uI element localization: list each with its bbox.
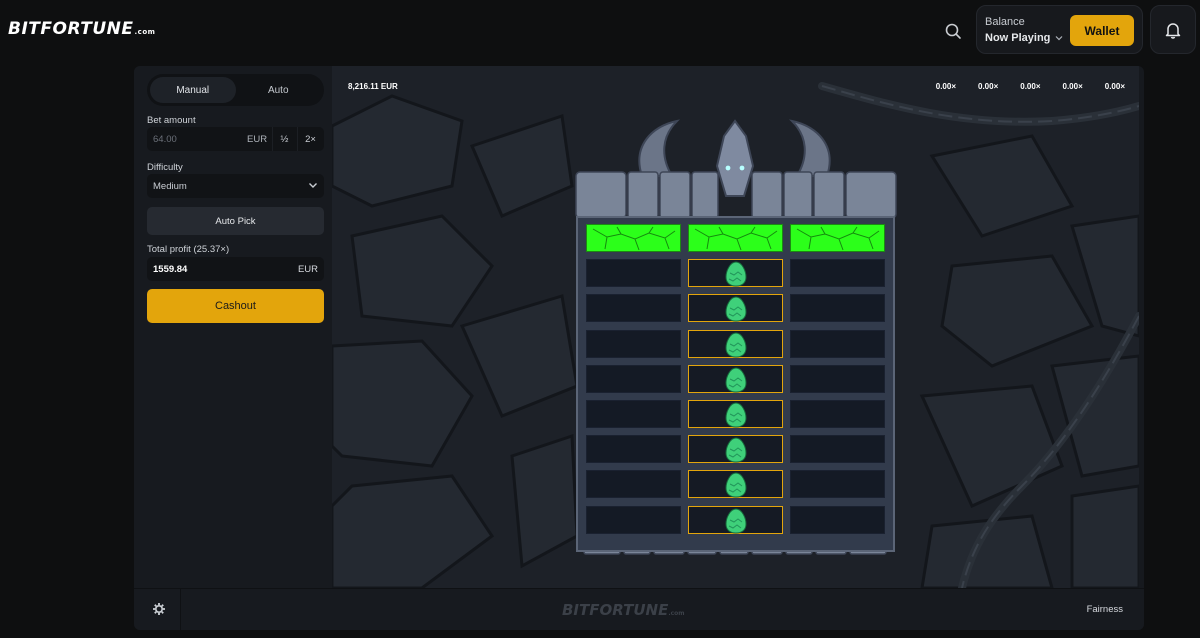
- balance-panel: Balance Now Playing Wallet: [976, 5, 1143, 54]
- notifications-button[interactable]: [1150, 5, 1196, 54]
- search-button[interactable]: [942, 20, 964, 42]
- balance-value: Now Playing: [985, 32, 1051, 44]
- search-icon: [945, 23, 961, 39]
- tower-tile[interactable]: [790, 259, 885, 288]
- difficulty-value: Medium: [153, 180, 187, 192]
- tower-tile[interactable]: [586, 470, 681, 499]
- tower-tile: [688, 435, 783, 464]
- tower-grid: [576, 216, 895, 552]
- cashout-button[interactable]: Cashout: [147, 289, 324, 323]
- tower-tile: [688, 294, 783, 323]
- brand-logo[interactable]: BITFORTUNE.com: [8, 19, 155, 39]
- tower-tile[interactable]: [790, 364, 885, 393]
- wallet-button[interactable]: Wallet: [1070, 15, 1134, 46]
- chevron-down-icon: [309, 183, 317, 188]
- balance-dropdown[interactable]: Now Playing: [985, 32, 1063, 44]
- difficulty-label: Difficulty: [147, 162, 183, 173]
- game-footer: BITFORTUNE.com Fairness: [134, 588, 1144, 630]
- mode-tabs: Manual Auto: [147, 74, 324, 106]
- dragon-egg-icon: [725, 402, 747, 428]
- total-profit-label: Total profit (25.37×): [147, 244, 230, 255]
- tower-tile[interactable]: [790, 294, 885, 323]
- tower-tile[interactable]: [790, 505, 885, 534]
- multiplier: 0.00×: [1020, 82, 1041, 91]
- footer-logo: BITFORTUNE.com: [562, 601, 685, 619]
- gear-icon[interactable]: [152, 602, 166, 616]
- multiplier: 0.00×: [1104, 82, 1125, 91]
- bet-sidebar: Manual Auto Bet amount 64.00 EUR ½ 2× Di…: [134, 66, 332, 588]
- footer-logo-suffix: .com: [668, 610, 685, 617]
- auto-pick-button[interactable]: Auto Pick: [147, 207, 324, 235]
- crack-pattern: [592, 226, 676, 251]
- multiplier: 0.00×: [935, 82, 956, 91]
- dragon-egg-icon: [725, 472, 747, 498]
- difficulty-select[interactable]: Medium: [147, 174, 324, 198]
- dragon-egg-icon: [725, 296, 747, 322]
- tower-tile[interactable]: [790, 400, 885, 428]
- tower-tile: [688, 259, 783, 288]
- game-frame: Manual Auto Bet amount 64.00 EUR ½ 2× Di…: [134, 66, 1144, 630]
- tower-tile: [688, 364, 783, 393]
- dragon-egg-icon: [725, 508, 747, 534]
- bet-currency: EUR: [247, 133, 268, 145]
- total-profit-value: 1559.84: [153, 263, 188, 275]
- tab-manual[interactable]: Manual: [150, 77, 236, 103]
- game-board: 8,216.11 EUR 0.00× 0.00× 0.00× 0.00× 0.0…: [332, 66, 1139, 588]
- tower-tile[interactable]: [790, 470, 885, 499]
- total-profit-currency: EUR: [297, 263, 318, 275]
- footer-logo-text: BITFORTUNE: [562, 601, 669, 619]
- dragon-egg-icon: [725, 367, 747, 393]
- brand-logo-suffix: .com: [134, 28, 156, 36]
- brand-logo-text: BITFORTUNE: [8, 19, 134, 39]
- tower-tile: [688, 470, 783, 499]
- half-bet-button[interactable]: ½: [272, 127, 297, 151]
- tower-tile[interactable]: [586, 400, 681, 428]
- fairness-link[interactable]: Fairness: [1087, 604, 1123, 615]
- balance-label: Balance: [985, 16, 1025, 28]
- tower-tile: [688, 400, 783, 428]
- tower-tile[interactable]: [586, 364, 681, 393]
- crack-pattern: [796, 226, 880, 251]
- tower-tile: [688, 224, 783, 252]
- tower-tile[interactable]: [586, 505, 681, 534]
- tower-tile[interactable]: [586, 435, 681, 464]
- chevron-down-icon: [1055, 36, 1063, 41]
- tower-tile: [688, 505, 783, 534]
- double-bet-button[interactable]: 2×: [297, 127, 324, 151]
- dragon-egg-icon: [725, 437, 747, 463]
- tower-tile[interactable]: [586, 294, 681, 323]
- tower-tile[interactable]: [790, 435, 885, 464]
- total-profit-field: 1559.84 EUR: [147, 257, 324, 281]
- dragon-egg-icon: [725, 332, 747, 358]
- tower-tile[interactable]: [586, 329, 681, 358]
- tower-tile[interactable]: [790, 329, 885, 358]
- bell-icon: [1165, 22, 1181, 39]
- multiplier: 0.00×: [978, 82, 999, 91]
- bet-amount-field: 64.00 EUR ½ 2×: [147, 127, 324, 151]
- dragon-egg-icon: [725, 261, 747, 287]
- tab-auto[interactable]: Auto: [236, 77, 322, 103]
- multiplier: 0.00×: [1062, 82, 1083, 91]
- tower-tile: [586, 224, 681, 252]
- multiplier-list: 0.00× 0.00× 0.00× 0.00× 0.00×: [936, 82, 1125, 91]
- divider: [180, 589, 181, 630]
- crack-pattern: [694, 226, 778, 251]
- tower-tile[interactable]: [586, 259, 681, 288]
- bet-amount-label: Bet amount: [147, 115, 196, 126]
- tower-tile: [688, 329, 783, 358]
- tower-tile: [790, 224, 885, 252]
- game-balance: 8,216.11 EUR: [348, 82, 398, 91]
- bet-amount-input[interactable]: 64.00: [153, 134, 177, 145]
